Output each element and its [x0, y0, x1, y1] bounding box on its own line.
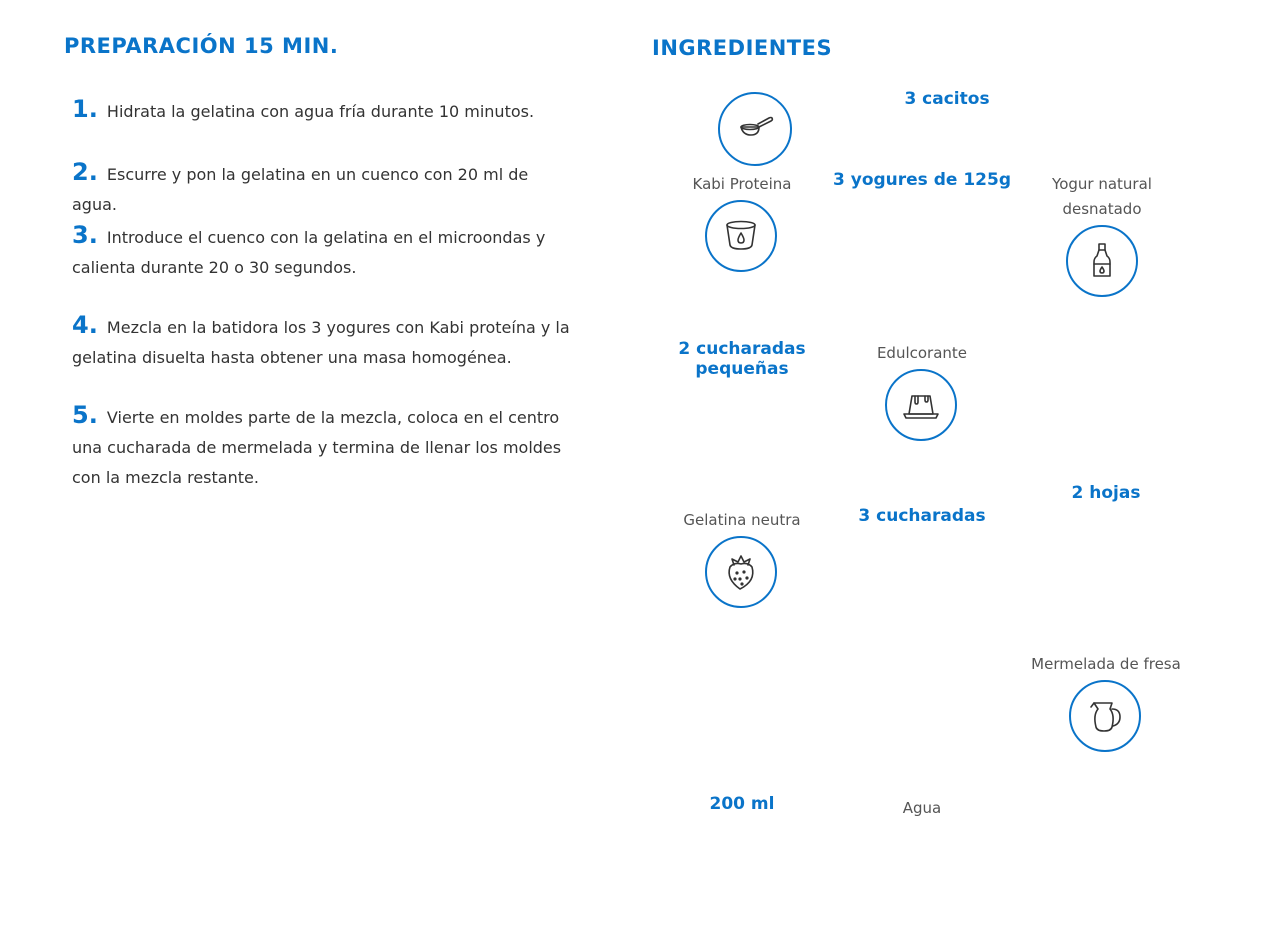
step-text: Introduce el cuenco con la gelatina en e…	[72, 228, 546, 277]
step-number: 5.	[72, 401, 98, 429]
step-3: 3. Introduce el cuenco con la gelatina e…	[72, 220, 572, 283]
preparation-title: PREPARACIÓN 15 MIN.	[64, 34, 339, 58]
step-text: Mezcla en la batidora los 3 yogures con …	[72, 318, 570, 367]
ingredient-name: Edulcorante	[876, 344, 968, 362]
step-text: Escurre y pon la gelatina en un cuenco c…	[72, 165, 529, 214]
step-5: 5. Vierte en moldes parte de la mezcla, …	[72, 400, 572, 493]
yogurt-cup-icon	[705, 200, 777, 272]
ingredient-name: Yogur natural desnatado	[1052, 175, 1152, 218]
step-text: Hidrata la gelatina con agua fría durant…	[106, 102, 535, 121]
step-number: 4.	[72, 311, 98, 339]
gelatin-icon	[885, 369, 957, 441]
step-number: 3.	[72, 221, 98, 249]
ingredient-quantity: 3 cucharadas	[858, 506, 986, 526]
ingredient-quantity: 3 yogures de 125g	[832, 170, 1011, 190]
ingredient-quantity: 3 cacitos	[904, 89, 990, 109]
ingredient-quantity: 2 hojas	[1071, 483, 1141, 503]
ingredient-quantity: 200 ml	[709, 794, 775, 814]
scoop-icon	[718, 92, 792, 166]
step-number: 2.	[72, 158, 98, 186]
ingredient-name: Gelatina neutra	[683, 511, 801, 529]
step-4: 4. Mezcla en la batidora los 3 yogures c…	[72, 310, 572, 373]
ingredient-name: Mermelada de fresa	[1031, 655, 1181, 673]
water-jug-icon	[1069, 680, 1141, 752]
step-number: 1.	[72, 95, 98, 123]
strawberry-icon	[705, 536, 777, 608]
sweetener-bottle-icon	[1066, 225, 1138, 297]
ingredients-title: INGREDIENTES	[652, 36, 833, 60]
step-1: 1. Hidrata la gelatina con agua fría dur…	[72, 94, 572, 127]
ingredient-quantity: 2 cucharadas pequeñas	[678, 339, 806, 379]
step-text: Vierte en moldes parte de la mezcla, col…	[72, 408, 562, 487]
ingredient-name: Kabi Proteina	[692, 175, 792, 193]
ingredient-name: Agua	[902, 799, 942, 817]
step-2: 2. Escurre y pon la gelatina en un cuenc…	[72, 157, 572, 220]
